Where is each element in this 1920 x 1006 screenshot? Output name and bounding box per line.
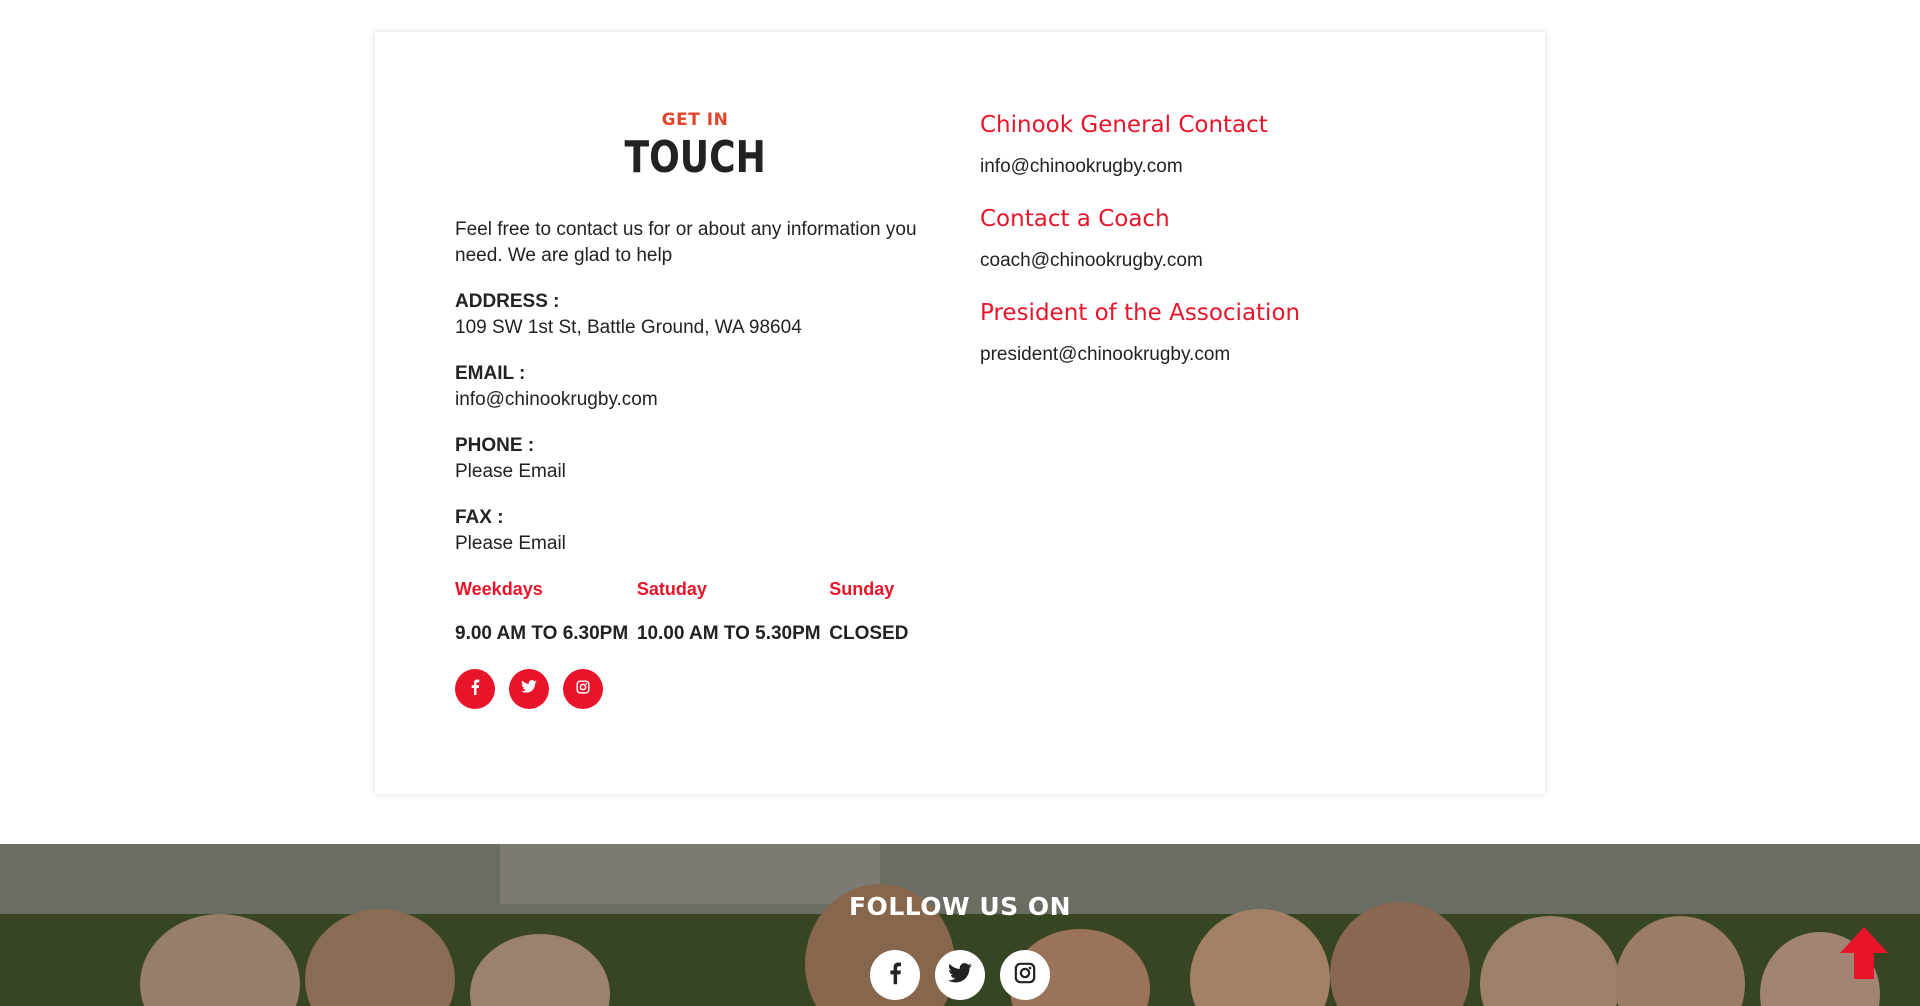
hours-time: 10.00 AM TO 5.30PM [636,623,821,644]
hours-sunday: Sunday CLOSED [829,579,925,647]
phone-value: Please Email [455,461,566,482]
section-heading: GET IN TOUCH [455,110,935,183]
address-label: ADDRESS : [455,291,560,312]
contacts-column: Chinook General Contact info@chinookrugb… [980,112,1480,394]
twitter-icon [948,962,972,988]
twitter-button[interactable] [509,669,549,709]
hours-weekdays: Weekdays 9.00 AM TO 6.30PM [455,579,637,647]
email-block: EMAIL : info@chinookrugby.com [455,361,925,413]
contact-email[interactable]: coach@chinookrugby.com [980,250,1480,272]
intro-text: Feel free to contact us for or about any… [455,219,917,266]
contact-title: Contact a Coach [980,206,1170,232]
contact-email[interactable]: info@chinookrugby.com [980,156,1480,178]
contact-info-column: GET IN TOUCH Feel free to contact us for… [455,110,925,709]
fax-label: FAX : [455,507,504,528]
hours-day: Satuday [636,579,707,599]
contact-card: GET IN TOUCH Feel free to contact us for… [375,32,1545,794]
hours-day: Sunday [829,579,895,599]
hours-saturday: Satuday 10.00 AM TO 5.30PM [637,579,829,647]
contact-email[interactable]: president@chinookrugby.com [980,344,1480,366]
facebook-icon [470,679,480,700]
fax-value: Please Email [455,533,566,554]
email-value[interactable]: info@chinookrugby.com [455,387,925,413]
phone-label: PHONE : [455,435,535,456]
contact-title: Chinook General Contact [980,112,1268,138]
contact-coach: Contact a Coach coach@chinookrugby.com [980,206,1480,272]
instagram-icon [576,679,590,699]
twitter-icon [521,680,537,698]
footer-social-links [0,950,1920,1000]
address-value: 109 SW 1st St, Battle Ground, WA 98604 [455,317,802,338]
contact-president: President of the Association president@c… [980,300,1480,366]
facebook-button[interactable] [870,950,920,1000]
facebook-icon [888,961,902,990]
twitter-button[interactable] [935,950,985,1000]
facebook-button[interactable] [455,669,495,709]
fax-block: FAX : Please Email [455,505,925,557]
scroll-to-top-button[interactable] [1838,925,1890,983]
hours-time: CLOSED [829,623,909,644]
address-block: ADDRESS : 109 SW 1st St, Battle Ground, … [455,289,925,341]
hours-day: Weekdays [455,579,543,599]
follow-banner: FOLLOW US ON [0,844,1920,1006]
contact-general: Chinook General Contact info@chinookrugb… [980,112,1480,178]
heading-small: GET IN [661,110,729,130]
email-label: EMAIL : [455,363,526,384]
heading-large: TOUCH [624,132,766,183]
contact-social-links [455,669,925,709]
follow-us-label: FOLLOW US ON [848,892,1071,921]
instagram-button[interactable] [1000,950,1050,1000]
contact-title: President of the Association [980,300,1301,326]
instagram-icon [1014,962,1036,989]
phone-block: PHONE : Please Email [455,433,925,485]
arrow-up-icon [1838,927,1890,987]
hours-time: 9.00 AM TO 6.30PM [455,623,629,644]
opening-hours: Weekdays 9.00 AM TO 6.30PM Satuday 10.00… [455,579,925,647]
instagram-button[interactable] [563,669,603,709]
